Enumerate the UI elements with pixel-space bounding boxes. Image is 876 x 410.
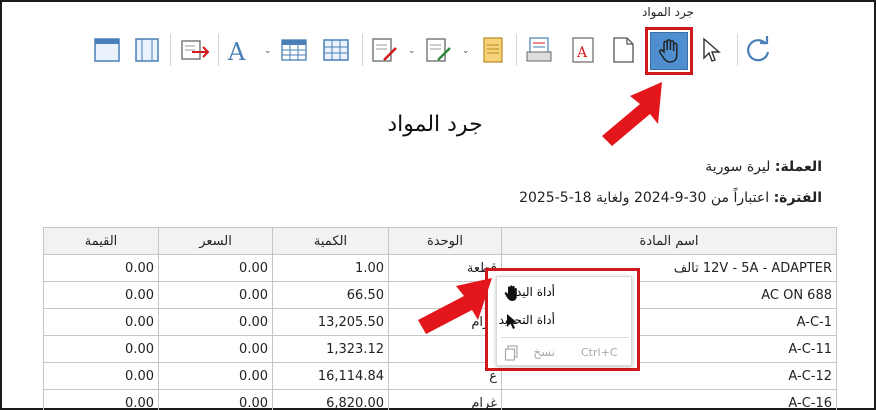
cell-value: 0.00 [43,281,159,309]
menu-item-copy[interactable]: نسخ Ctrl+C [497,339,633,367]
header-quantity: الكمية [272,227,389,255]
export-icon[interactable] [180,32,210,68]
context-menu-highlight: أداة اليد أداة التحديد نسخ Ctrl+C [485,268,640,371]
period-label: الفترة: [773,190,822,206]
hand-icon [504,285,517,301]
cell-price: 0.00 [158,281,273,309]
cell-value: 0.00 [43,362,159,390]
select-cursor-icon[interactable] [696,32,726,68]
cell-value: 0.00 [43,308,159,336]
blank-page-icon[interactable] [608,32,638,68]
cell-unit: غرام [388,389,502,410]
hand-tool-button[interactable] [650,32,688,70]
cell-price: 0.00 [158,362,273,390]
grid-icon[interactable] [322,32,352,68]
footer-edit-icon[interactable] [424,32,454,68]
refresh-icon[interactable] [744,32,774,68]
menu-item-hand-tool[interactable]: أداة اليد [497,279,633,307]
cell-price: 0.00 [158,308,273,336]
menu-item-label: نسخ [533,345,555,359]
menu-item-select-tool[interactable]: أداة التحديد [497,307,633,335]
currency-label: العملة: [774,159,822,175]
svg-text:A: A [227,38,246,64]
menu-item-shortcut: Ctrl+C [581,346,618,359]
report-title: جرد المواد [387,112,483,137]
pdf-icon[interactable]: A [568,32,598,68]
chevron-down-icon[interactable]: ⌄ [264,46,272,56]
window-frame: جرد المواد A ⌄ ⌄ ⌄ A جرد المواد العملة: … [0,0,876,410]
cell-quantity: 1,323.12 [272,335,389,363]
menu-separator [501,337,629,338]
context-menu: أداة اليد أداة التحديد نسخ Ctrl+C [496,276,632,366]
period-row: الفترة: اعتباراً من 30-9-2024 ولغاية 18-… [519,190,822,206]
header-item-name: اسم المادة [501,227,837,255]
cell-value: 0.00 [43,254,159,282]
cell-quantity: 66.50 [272,281,389,309]
copy-icon [504,345,518,361]
cell-quantity: 1.00 [272,254,389,282]
cell-price: 0.00 [158,335,273,363]
menu-item-label: أداة اليد [515,285,555,299]
chevron-down-icon[interactable]: ⌄ [408,46,416,56]
cell-item-name: A-C-16 [501,389,837,410]
cell-price: 0.00 [158,254,273,282]
table-header-row: القيمة السعر الكمية الوحدة اسم المادة [43,227,837,255]
header-unit: الوحدة [388,227,502,255]
period-value: اعتباراً من 30-9-2024 ولغاية 18-5-2025 [519,190,770,206]
currency-value: ليرة سورية [705,159,771,175]
currency-row: العملة: ليرة سورية [705,159,822,175]
cell-value: 0.00 [43,389,159,410]
table-row[interactable]: 0.00 0.00 16,114.84 ع A-C-12 [43,362,837,390]
hand-icon [658,39,678,63]
print-preview-icon[interactable] [524,32,554,68]
cursor-icon [507,314,517,329]
chevron-down-icon[interactable]: ⌄ [462,46,470,56]
svg-text:A: A [576,45,588,61]
table-style-icon[interactable] [280,32,310,68]
cell-price: 0.00 [158,389,273,410]
cell-value: 0.00 [43,335,159,363]
page-layout-icon[interactable] [92,32,122,68]
cell-quantity: 6,820.00 [272,389,389,410]
margins-icon[interactable] [132,32,162,68]
cell-quantity: 16,114.84 [272,362,389,390]
header-price: السعر [158,227,273,255]
header-edit-icon[interactable] [370,32,400,68]
cell-quantity: 13,205.50 [272,308,389,336]
font-icon[interactable]: A [226,32,256,68]
hand-tool-tooltip: جرد المواد [642,5,695,19]
table-row[interactable]: 0.00 0.00 6,820.00 غرام A-C-16 [43,389,837,410]
document-icon[interactable] [478,32,508,68]
header-value: القيمة [43,227,159,255]
annotation-arrow-menu [418,278,492,334]
